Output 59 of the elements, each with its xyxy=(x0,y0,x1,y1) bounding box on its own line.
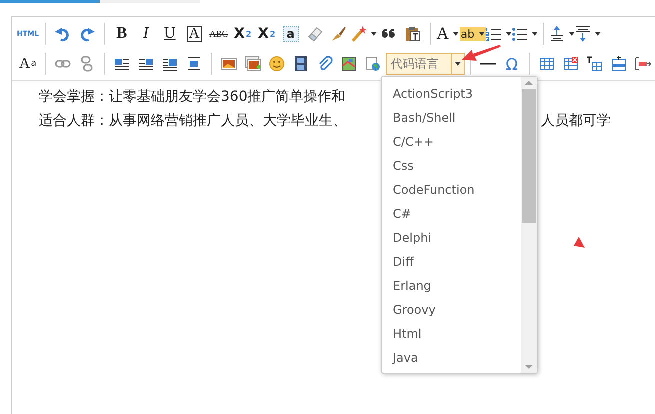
film-icon xyxy=(292,56,309,72)
undo-icon xyxy=(55,26,71,42)
dropdown-option[interactable]: Groovy xyxy=(382,298,521,322)
pointer-arrow-icon xyxy=(462,44,502,64)
dropdown-option[interactable]: Html xyxy=(382,322,521,346)
line-height-icon xyxy=(548,26,565,42)
underline-button[interactable]: U xyxy=(158,22,182,46)
image-right-icon xyxy=(138,56,154,72)
scrollbar[interactable] xyxy=(521,77,537,373)
scroll-thumb[interactable] xyxy=(522,89,536,223)
clipboard-icon xyxy=(404,26,421,42)
insert-row-icon xyxy=(610,56,627,72)
triangle-mark-icon xyxy=(574,237,585,248)
insert-column-icon xyxy=(634,56,651,72)
dropdown-option[interactable]: Erlang xyxy=(382,274,521,298)
code-language-select[interactable]: 代码语言 xyxy=(386,53,466,75)
table-icon xyxy=(538,56,555,72)
horizontal-rule-icon xyxy=(480,63,496,65)
dropdown-option[interactable]: C# xyxy=(382,202,521,226)
content-text: 人员都可学 xyxy=(541,112,611,131)
bullet-list-icon xyxy=(512,26,528,42)
dropdown-option[interactable]: Css xyxy=(382,154,521,178)
dropdown-option[interactable]: Java xyxy=(382,346,521,370)
dropdown-option[interactable]: Delphi xyxy=(382,226,521,250)
eraser-icon xyxy=(306,26,323,42)
paperclip-icon xyxy=(316,56,333,72)
broken-link-icon xyxy=(78,56,95,72)
bold-button[interactable]: B xyxy=(110,22,134,46)
strikethrough-button[interactable]: ABC xyxy=(206,22,231,46)
italic-button[interactable]: I xyxy=(134,22,158,46)
special-char-button[interactable]: Ω xyxy=(500,52,524,76)
multiple-images-icon xyxy=(244,56,261,72)
image-left-icon xyxy=(114,56,130,72)
magic-wand-icon xyxy=(350,26,367,42)
image-center-icon xyxy=(186,56,202,72)
content-text: 适合人群：从事网络营销推广人员、大学毕业生、 xyxy=(39,112,347,131)
redo-icon xyxy=(79,26,95,42)
image-icon xyxy=(220,56,237,72)
table-paragraph-icon xyxy=(586,56,603,72)
globe-page-icon xyxy=(364,56,381,72)
font-border-button[interactable]: A xyxy=(187,26,202,42)
brush-icon xyxy=(330,26,347,42)
character-border-button[interactable]: a xyxy=(282,26,299,42)
map-icon xyxy=(340,56,357,72)
highlight-button[interactable]: ab xyxy=(460,27,486,41)
caret-icon xyxy=(455,62,462,66)
dropdown-option[interactable]: Diff xyxy=(382,250,521,274)
font-color-button[interactable]: A xyxy=(436,22,460,46)
dropdown-option[interactable]: CodeFunction xyxy=(382,178,521,202)
content-text: 学会掌握：让零基础朋友学会360推广简单操作和 xyxy=(39,88,346,107)
smiley-icon xyxy=(268,56,285,72)
dropdown-option[interactable]: C/C++ xyxy=(382,130,521,154)
superscript-button[interactable]: X$^{2}$ xyxy=(230,22,255,46)
dropdown-option[interactable]: ActionScript3 xyxy=(382,82,521,106)
numbered-list-icon xyxy=(486,26,502,42)
paragraph-spacing-icon xyxy=(574,26,591,42)
dropdown-option[interactable]: Bash/Shell xyxy=(382,106,521,130)
image-inline-icon xyxy=(162,56,178,72)
delete-table-icon xyxy=(562,56,579,72)
